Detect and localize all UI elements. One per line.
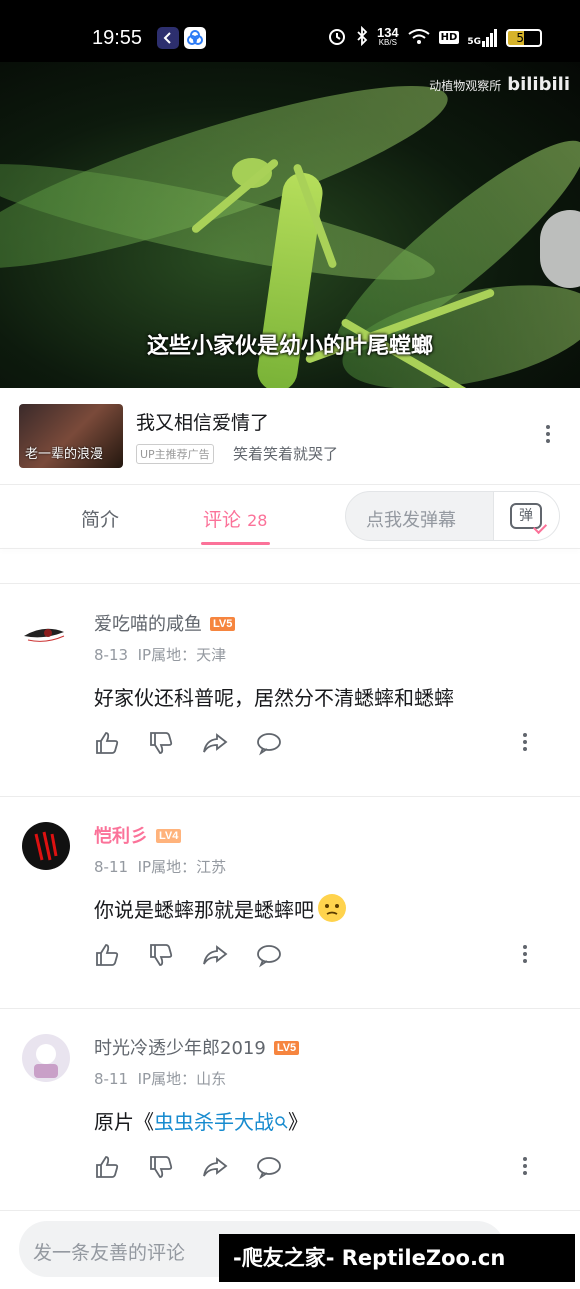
comment-meta: 8-11 IP属地：江苏 xyxy=(94,858,227,876)
avatar[interactable] xyxy=(22,1034,70,1082)
alarm-icon xyxy=(327,26,347,49)
status-bar: 19:55 134 KB/S HD 5G 50 xyxy=(0,0,580,62)
search-link[interactable]: 虫虫杀手大战 xyxy=(154,1110,288,1134)
comment-count: 28 xyxy=(247,511,268,530)
share-icon[interactable] xyxy=(202,730,228,756)
wifi-icon xyxy=(407,26,431,49)
bluetooth-icon xyxy=(355,25,369,49)
tab-intro[interactable]: 简介 xyxy=(81,505,119,532)
video-player[interactable]: 动植物观察所 bilibili 这些小家伙是幼小的叶尾螳螂 xyxy=(0,62,580,388)
avatar[interactable] xyxy=(22,610,70,658)
reply-icon[interactable] xyxy=(256,730,282,756)
reply-icon[interactable] xyxy=(256,1154,282,1180)
username[interactable]: 爱吃喵的咸鱼 LV5 xyxy=(94,610,236,636)
danmaku-toggle-button[interactable]: 弹 xyxy=(493,492,559,540)
ad-card[interactable]: 老一辈的浪漫 我又相信爱情了 UP主推荐广告 笑着笑着就哭了 xyxy=(0,388,580,484)
comment-text: 你说是蟋蟀那就是蟋蟀吧 xyxy=(94,894,346,923)
ad-title[interactable]: 我又相信爱情了 xyxy=(136,408,269,435)
status-time: 19:55 xyxy=(92,27,143,49)
comment-more-icon[interactable] xyxy=(515,944,535,964)
level-badge: LV4 xyxy=(156,829,182,843)
ad-subtitle: 笑着笑着就哭了 xyxy=(233,445,339,463)
comment-more-icon[interactable] xyxy=(515,1156,535,1176)
tab-bar: 简介 评论 28 点我发弹幕 弹 xyxy=(0,484,580,548)
like-icon[interactable] xyxy=(94,730,120,756)
username[interactable]: 恺利彡 LV4 xyxy=(94,822,182,848)
share-icon[interactable] xyxy=(202,1154,228,1180)
video-subtitle: 这些小家伙是幼小的叶尾螳螂 xyxy=(146,334,433,359)
comment-item: 爱吃喵的咸鱼 LV5 8-13 IP属地：天津 好家伙还科普呢，居然分不清蟋蟀和蟋… xyxy=(0,584,580,796)
like-icon[interactable] xyxy=(94,942,120,968)
comment-text: 好家伙还科普呢，居然分不清蟋蟀和蟋蟀 xyxy=(94,686,454,710)
app-back-icon xyxy=(157,27,179,49)
comment-actions xyxy=(94,1154,282,1180)
hd-icon: HD xyxy=(438,31,460,44)
ad-thumb-caption: 老一辈的浪漫 xyxy=(25,447,104,462)
emoji-icon xyxy=(318,894,346,922)
comment-meta: 8-11 IP属地：山东 xyxy=(94,1070,227,1088)
comment-item: 恺利彡 LV4 8-11 IP属地：江苏 你说是蟋蟀那就是蟋蟀吧 xyxy=(0,796,580,1008)
video-watermark: 动植物观察所 bilibili xyxy=(429,74,570,95)
ad-tag: UP主推荐广告 xyxy=(136,444,214,464)
battery-icon: 50 xyxy=(506,28,542,47)
tab-comments-label: 评论 xyxy=(203,509,242,531)
ad-thumbnail[interactable]: 老一辈的浪漫 xyxy=(19,404,123,468)
dislike-icon[interactable] xyxy=(148,942,174,968)
like-icon[interactable] xyxy=(94,1154,120,1180)
signal-icon: 5G xyxy=(467,28,498,47)
more-options-icon[interactable] xyxy=(538,424,558,444)
comment-text: 原片《虫虫杀手大战》 xyxy=(94,1110,308,1134)
comment-input-placeholder: 发一条友善的评论 xyxy=(33,1242,186,1264)
level-badge: LV5 xyxy=(210,617,236,631)
reply-icon[interactable] xyxy=(256,942,282,968)
tab-comments[interactable]: 评论 28 xyxy=(203,505,267,532)
floating-control-button[interactable] xyxy=(540,210,580,288)
net-speed: 134 KB/S xyxy=(376,24,399,47)
avatar[interactable] xyxy=(22,822,70,870)
site-watermark: -爬友之家- ReptileZoo.cn xyxy=(219,1234,575,1282)
level-badge: LV5 xyxy=(273,1041,300,1055)
comment-more-icon[interactable] xyxy=(515,732,535,752)
dislike-icon[interactable] xyxy=(148,1154,174,1180)
divider xyxy=(0,548,580,549)
comment-item: 时光冷透少年郎2019 LV5 8-11 IP属地：山东 原片《虫虫杀手大战》 xyxy=(0,1008,580,1220)
comment-actions xyxy=(94,730,282,756)
danmaku-input[interactable]: 点我发弹幕 弹 xyxy=(345,491,560,541)
comment-actions xyxy=(94,942,282,968)
tab-active-underline xyxy=(201,542,270,545)
username[interactable]: 时光冷透少年郎2019 LV5 xyxy=(94,1034,300,1060)
cloud-app-icon xyxy=(184,27,206,49)
comment-meta: 8-13 IP属地：天津 xyxy=(94,646,227,664)
share-icon[interactable] xyxy=(202,942,228,968)
danmaku-placeholder: 点我发弹幕 xyxy=(366,510,456,531)
dislike-icon[interactable] xyxy=(148,730,174,756)
danmaku-icon: 弹 xyxy=(510,503,542,529)
search-icon xyxy=(274,1110,288,1134)
